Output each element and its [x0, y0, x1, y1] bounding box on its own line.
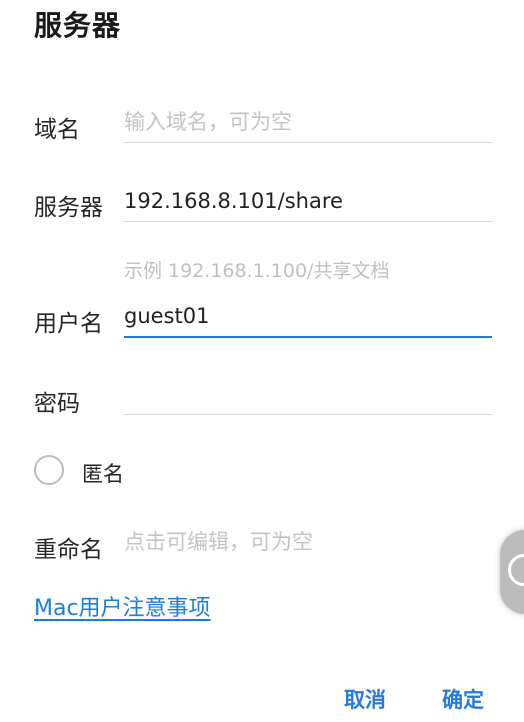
username-input[interactable]	[124, 296, 492, 338]
domain-label: 域名	[34, 117, 80, 143]
domain-input[interactable]	[124, 102, 492, 143]
rename-input[interactable]	[124, 522, 492, 562]
password-input[interactable]	[124, 374, 492, 415]
anonymous-radio[interactable]	[34, 455, 64, 485]
floating-assist-icon[interactable]	[500, 530, 524, 614]
dialog-title: 服务器	[34, 9, 122, 42]
username-label: 用户名	[34, 311, 103, 337]
server-hint: 示例 192.168.1.100/共享文档	[124, 260, 390, 282]
confirm-button[interactable]: 确定	[442, 684, 484, 714]
cancel-button[interactable]: 取消	[344, 684, 386, 714]
anonymous-label[interactable]: 匿名	[82, 458, 124, 488]
rename-label: 重命名	[34, 537, 103, 563]
mac-notes-link[interactable]: Mac用户注意事项	[34, 590, 211, 622]
server-label: 服务器	[34, 195, 103, 221]
password-label: 密码	[34, 391, 80, 417]
server-input[interactable]	[124, 181, 492, 222]
